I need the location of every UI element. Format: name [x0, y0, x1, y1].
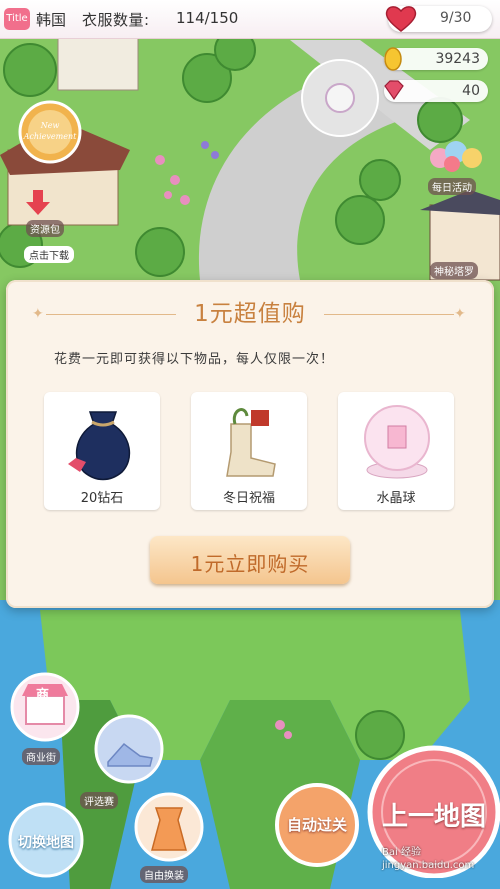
clothes-count-value: 114/150 — [176, 9, 239, 27]
download-arrow-icon[interactable] — [24, 190, 52, 216]
buy-now-button[interactable]: 1元立即购买 — [150, 536, 350, 584]
achievement-badge-label: New Achievement — [23, 121, 77, 141]
previous-map-label[interactable]: 上一地图 — [372, 796, 496, 833]
reward-item-crystal-ball[interactable]: 水晶球 — [338, 392, 454, 510]
reward-item-diamonds[interactable]: 20钻石 — [44, 392, 160, 510]
coin-icon — [384, 47, 402, 71]
daily-activity-label[interactable]: 每日活动 — [428, 178, 476, 195]
clothes-count-label: 衣服数量: — [82, 11, 150, 29]
winter-boot-icon — [226, 408, 276, 477]
shop-street-label[interactable]: 商业街 — [22, 748, 60, 765]
title-badge[interactable]: Title — [4, 8, 30, 30]
shop-street-icon[interactable] — [10, 672, 80, 742]
hearts-value: 9/30 — [440, 10, 472, 26]
download-hint-label: 点击下载 — [24, 246, 74, 263]
coin-value: 39243 — [435, 51, 480, 67]
dialog-description: 花费一元即可获得以下物品，每人仅限一次！ — [54, 352, 335, 367]
gem-icon — [384, 80, 404, 101]
crystal-ball-icon — [364, 405, 430, 479]
contest-shoe-icon[interactable] — [94, 714, 164, 784]
heart-icon — [385, 6, 417, 32]
baidu-watermark: Bai 经验 jingyan.baidu.com — [382, 847, 475, 871]
reward-item-winter-blessing[interactable]: 冬日祝福 — [191, 392, 307, 510]
free-dress-icon[interactable] — [134, 792, 204, 862]
tarot-label[interactable]: 神秘塔罗 — [430, 262, 478, 279]
one-yuan-offer-dialog: ✦ ✦ 1元超值购 花费一元即可获得以下物品，每人仅限一次！ 20钻石 冬日祝福… — [6, 280, 494, 608]
gem-value: 40 — [462, 83, 480, 99]
reward-item-label: 水晶球 — [376, 491, 416, 506]
resource-pack-label[interactable]: 资源包 — [26, 220, 64, 237]
shop-badge: 商 — [36, 688, 50, 703]
reward-item-label: 冬日祝福 — [222, 491, 275, 506]
auto-pass-label[interactable]: 自动过关 — [278, 814, 356, 835]
dialog-title: 1元超值购 — [194, 301, 306, 327]
free-dress-label[interactable]: 自由换装 — [140, 866, 188, 883]
diamond-bag-icon — [68, 411, 131, 481]
reward-item-label: 20钻石 — [80, 491, 124, 506]
country-label: 韩国 — [36, 11, 67, 29]
buy-now-label: 1元立即购买 — [190, 552, 310, 576]
balloons-icon[interactable] — [428, 138, 486, 176]
switch-map-label[interactable]: 切换地图 — [14, 832, 78, 852]
